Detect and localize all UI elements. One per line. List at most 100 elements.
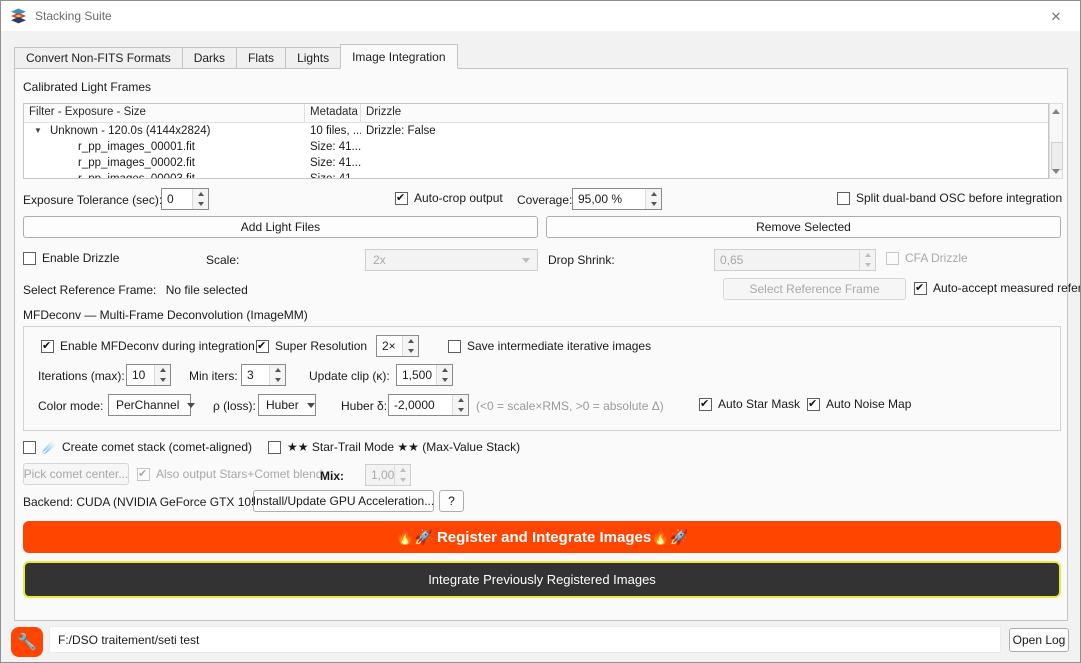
spinner-value: 95,00 % xyxy=(578,192,623,206)
exposure-tolerance-spinner[interactable]: 0 xyxy=(161,188,209,210)
checkbox-box xyxy=(395,191,408,205)
update-clip-label: Update clip (κ): xyxy=(309,369,390,383)
mix-label: Mix: xyxy=(320,469,344,483)
column-filter-exposure-size[interactable]: Filter - Exposure - Size xyxy=(24,104,305,122)
enable-drizzle-checkbox[interactable]: Enable Drizzle xyxy=(23,251,119,265)
table-row[interactable]: ▼ Unknown - 120.0s (4144x2824) 10 files, … xyxy=(24,123,1048,139)
checkbox-box xyxy=(837,191,850,205)
wrench-icon[interactable]: 🔧 xyxy=(11,627,43,657)
add-light-files-button[interactable]: Add Light Files xyxy=(23,216,538,238)
spinner-arrows-icon[interactable] xyxy=(192,189,208,209)
spinner-value: 2× xyxy=(382,339,396,353)
spinner-arrows-icon[interactable] xyxy=(859,250,875,270)
coverage-spinner[interactable]: 95,00 % xyxy=(572,188,662,210)
install-gpu-acceleration-button[interactable]: Install/Update GPU Acceleration... xyxy=(253,490,434,512)
cfa-drizzle-label: CFA Drizzle xyxy=(905,251,968,265)
auto-accept-reference-checkbox[interactable]: Auto-accept measured reference xyxy=(914,281,1080,295)
pick-comet-center-button[interactable]: Pick comet center... xyxy=(23,463,129,485)
save-intermediate-checkbox[interactable]: Save intermediate iterative images xyxy=(448,339,651,353)
spinner-value: 0,65 xyxy=(720,253,744,267)
star-trail-mode-label: ★★ Star-Trail Mode ★★ (Max-Value Stack) xyxy=(287,440,521,454)
update-clip-spinner[interactable]: 1,500 xyxy=(396,364,453,386)
spinner-arrows-icon[interactable] xyxy=(452,395,468,415)
auto-crop-checkbox[interactable]: Auto-crop output xyxy=(395,191,503,205)
select-reference-frame-button[interactable]: Select Reference Frame xyxy=(723,278,906,300)
enable-mfdeconv-checkbox[interactable]: Enable MFDeconv during integration xyxy=(41,339,255,353)
checkbox-box xyxy=(886,251,899,265)
drop-shrink-spinner[interactable]: 0,65 xyxy=(714,249,876,271)
spinner-arrows-icon[interactable] xyxy=(394,465,410,485)
status-bar: 🔧 Open Log xyxy=(1,621,1080,662)
integrate-previously-registered-button[interactable]: Integrate Previously Registered Images xyxy=(23,561,1061,598)
output-path-input[interactable] xyxy=(49,626,1001,653)
auto-noise-map-checkbox[interactable]: Auto Noise Map xyxy=(807,397,911,411)
mix-spinner[interactable]: 1,00 xyxy=(365,464,411,486)
stars-comet-blend-checkbox[interactable]: Also output Stars+Comet blend xyxy=(137,467,322,481)
checkbox-box xyxy=(268,440,281,454)
table-scrollbar[interactable] xyxy=(1049,103,1063,179)
spinner-value: -2,0000 xyxy=(394,398,435,412)
row-metadata: Size: 41 xyxy=(310,173,352,179)
tab-lights[interactable]: Lights xyxy=(285,47,342,69)
close-icon[interactable]: ✕ xyxy=(1046,7,1066,27)
iterations-spinner[interactable]: 10 xyxy=(126,364,171,386)
create-comet-stack-checkbox[interactable]: ☄️ Create comet stack (comet-aligned) xyxy=(23,440,252,454)
select-value: 2x xyxy=(373,253,386,267)
select-value: PerChannel xyxy=(116,398,180,412)
table-row[interactable]: r_pp_images_00002.fit Size: 41... xyxy=(24,155,1048,171)
star-trail-mode-checkbox[interactable]: ★★ Star-Trail Mode ★★ (Max-Value Stack) xyxy=(268,440,520,454)
help-button[interactable]: ? xyxy=(439,490,464,512)
split-dual-band-checkbox[interactable]: Split dual-band OSC before integration xyxy=(837,191,1062,205)
super-resolution-checkbox[interactable]: Super Resolution xyxy=(256,339,367,353)
checkbox-box xyxy=(41,339,54,353)
spinner-value: 0 xyxy=(167,192,174,206)
tab-flats[interactable]: Flats xyxy=(236,47,287,69)
open-log-button[interactable]: Open Log xyxy=(1009,628,1069,652)
app-window: Stacking Suite ✕ Convert Non-FITS Format… xyxy=(0,0,1081,663)
expander-icon[interactable]: ▼ xyxy=(34,126,43,135)
auto-noise-map-label: Auto Noise Map xyxy=(826,397,912,411)
chevron-down-icon xyxy=(306,402,315,408)
column-metadata[interactable]: Metadata xyxy=(305,104,361,122)
drizzle-scale-select[interactable]: 2x xyxy=(365,249,538,271)
checkbox-box xyxy=(23,251,36,265)
enable-drizzle-label: Enable Drizzle xyxy=(42,251,120,265)
reference-value-text: No file selected xyxy=(165,283,248,297)
huber-delta-spinner[interactable]: -2,0000 xyxy=(388,394,469,416)
register-and-integrate-button[interactable]: 🔥🚀 Register and Integrate Images🔥🚀 xyxy=(23,521,1061,553)
chevron-down-icon xyxy=(522,257,530,263)
spinner-arrows-icon[interactable] xyxy=(402,336,418,356)
table-row[interactable]: r_pp_images_00003.fit Size: 41 xyxy=(24,171,1048,179)
row-metadata: Size: 41... xyxy=(310,141,361,153)
column-drizzle[interactable]: Drizzle xyxy=(361,104,1048,122)
light-frames-table[interactable]: Filter - Exposure - Size Metadata Drizzl… xyxy=(23,103,1049,179)
huber-delta-label: Huber δ: xyxy=(341,399,388,413)
spinner-value: 10 xyxy=(132,368,146,382)
rho-loss-select[interactable]: Huber xyxy=(258,394,316,416)
spinner-arrows-icon[interactable] xyxy=(154,365,170,385)
min-iters-spinner[interactable]: 3 xyxy=(241,364,286,386)
stars-comet-blend-label: Also output Stars+Comet blend xyxy=(156,467,323,481)
checkbox-box xyxy=(807,397,820,411)
auto-star-mask-checkbox[interactable]: Auto Star Mask xyxy=(699,397,800,411)
table-row[interactable]: r_pp_images_00001.fit Size: 41... xyxy=(24,139,1048,155)
color-mode-select[interactable]: PerChannel xyxy=(108,394,196,416)
scroll-down-icon[interactable] xyxy=(1050,164,1062,178)
spinner-value: 1,00 xyxy=(371,468,394,482)
tab-bar: Convert Non-FITS Formats Darks Flats Lig… xyxy=(14,44,458,69)
super-resolution-spinner[interactable]: 2× xyxy=(376,335,419,357)
tab-image-integration[interactable]: Image Integration xyxy=(340,44,458,69)
tab-convert-non-fits[interactable]: Convert Non-FITS Formats xyxy=(14,47,183,69)
split-dual-band-label: Split dual-band OSC before integration xyxy=(856,191,1063,205)
tab-darks[interactable]: Darks xyxy=(181,47,238,69)
min-iters-label: Min iters: xyxy=(189,369,238,383)
scroll-up-icon[interactable] xyxy=(1050,104,1062,118)
image-integration-panel: Calibrated Light Frames Filter - Exposur… xyxy=(14,68,1080,621)
auto-star-mask-label: Auto Star Mask xyxy=(718,397,801,411)
remove-selected-button[interactable]: Remove Selected xyxy=(546,216,1061,238)
spinner-arrows-icon[interactable] xyxy=(269,365,285,385)
auto-crop-label: Auto-crop output xyxy=(414,191,503,205)
cfa-drizzle-checkbox[interactable]: CFA Drizzle xyxy=(886,251,968,265)
spinner-arrows-icon[interactable] xyxy=(436,365,452,385)
spinner-arrows-icon[interactable] xyxy=(645,189,661,209)
